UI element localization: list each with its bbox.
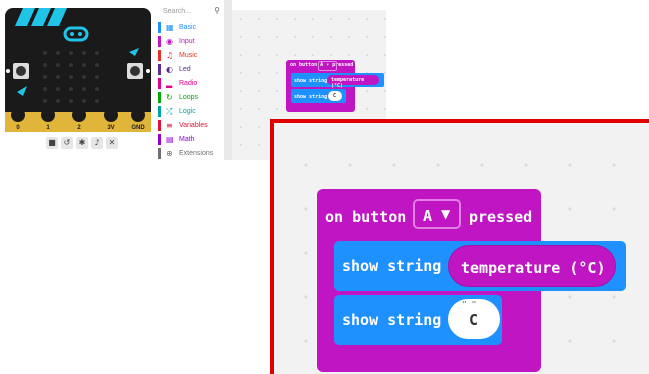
pin-label-3v: 3V bbox=[107, 125, 114, 131]
show-string-block-1[interactable]: show string temperature (°C) bbox=[334, 241, 626, 291]
plus-icon: ⊕ bbox=[166, 149, 173, 158]
string-value-small-1[interactable]: temperature (°C) bbox=[327, 75, 379, 89]
fullscreen-icon[interactable]: ✕ bbox=[106, 137, 118, 149]
simulator-panel: 0 1 2 3V GND ■ ↺ ✱ ♪ ✕ bbox=[0, 0, 156, 160]
string-input-field[interactable]: " " C bbox=[448, 299, 500, 339]
event-block-header: on button A ▼ pressed bbox=[317, 189, 541, 239]
category-variables[interactable]: ≡ Variables bbox=[158, 120, 224, 131]
headphones-icon: ♫ bbox=[166, 51, 174, 60]
search-icon[interactable]: ⚲ bbox=[214, 6, 220, 15]
show-string-label-2: show string bbox=[342, 311, 442, 329]
temperature-reporter[interactable]: temperature (°C) bbox=[448, 245, 616, 287]
search-input[interactable]: Search... ⚲ bbox=[160, 3, 222, 17]
microbit-board[interactable]: 0 1 2 3V GND bbox=[5, 8, 151, 132]
string-value-small-2[interactable]: C bbox=[328, 91, 342, 101]
toolbox: Search... ⚲ ▦ Basic ◉ Input ♫ Music ◐ Led ▂ R… bbox=[158, 0, 224, 160]
show-string-block-small-2[interactable]: show string C bbox=[291, 89, 346, 103]
event-prefix-label: on button bbox=[325, 208, 407, 226]
chevron-down-icon: ▼ bbox=[441, 207, 451, 221]
quote-marks: " " bbox=[462, 300, 477, 309]
category-logic[interactable]: ⤮ Logic bbox=[158, 106, 224, 117]
pin-label-gnd: GND bbox=[131, 125, 145, 131]
temperature-reporter-label: temperature (°C) bbox=[461, 259, 606, 277]
restart-icon[interactable]: ↺ bbox=[61, 137, 73, 149]
shuffle-icon: ⤮ bbox=[166, 107, 173, 116]
toggle-icon: ◐ bbox=[166, 65, 173, 74]
category-led[interactable]: ◐ Led bbox=[158, 64, 224, 75]
stop-icon[interactable]: ■ bbox=[46, 137, 58, 149]
show-string-label-1: show string bbox=[342, 257, 442, 275]
category-basic[interactable]: ▦ Basic bbox=[158, 22, 224, 33]
target-icon: ◉ bbox=[166, 37, 173, 46]
slowmo-icon[interactable]: ✱ bbox=[76, 137, 88, 149]
button-dropdown[interactable]: A ▼ bbox=[413, 199, 461, 229]
show-string-block-2[interactable]: show string " " C bbox=[334, 295, 502, 345]
category-input[interactable]: ◉ Input bbox=[158, 36, 224, 47]
string-input-value: C bbox=[469, 311, 479, 329]
toolbox-divider bbox=[224, 0, 232, 160]
category-radio[interactable]: ▂ Radio bbox=[158, 78, 224, 89]
signal-icon: ▂ bbox=[166, 79, 173, 88]
calculator-icon: ▤ bbox=[166, 135, 174, 144]
category-loops[interactable]: ↻ Loops bbox=[158, 92, 224, 103]
show-string-block-small-1[interactable]: show string temperature (°C) bbox=[291, 73, 384, 89]
button-dropdown-value: A bbox=[423, 207, 433, 225]
category-math[interactable]: ▤ Math bbox=[158, 134, 224, 145]
loop-icon: ↻ bbox=[166, 93, 173, 102]
grid-icon: ▦ bbox=[166, 23, 174, 32]
zoomed-detail-panel: on button A ▼ pressed show string temper… bbox=[270, 119, 649, 374]
category-extensions[interactable]: ⊕ Extensions bbox=[158, 148, 224, 159]
list-icon: ≡ bbox=[166, 121, 173, 130]
simulator-controls: ■ ↺ ✱ ♪ ✕ bbox=[46, 137, 118, 149]
button-dropdown-small[interactable] bbox=[318, 61, 337, 71]
event-suffix-label: pressed bbox=[469, 208, 533, 226]
search-placeholder: Search... bbox=[163, 8, 192, 15]
mute-icon[interactable]: ♪ bbox=[91, 137, 103, 149]
category-music[interactable]: ♫ Music bbox=[158, 50, 224, 61]
